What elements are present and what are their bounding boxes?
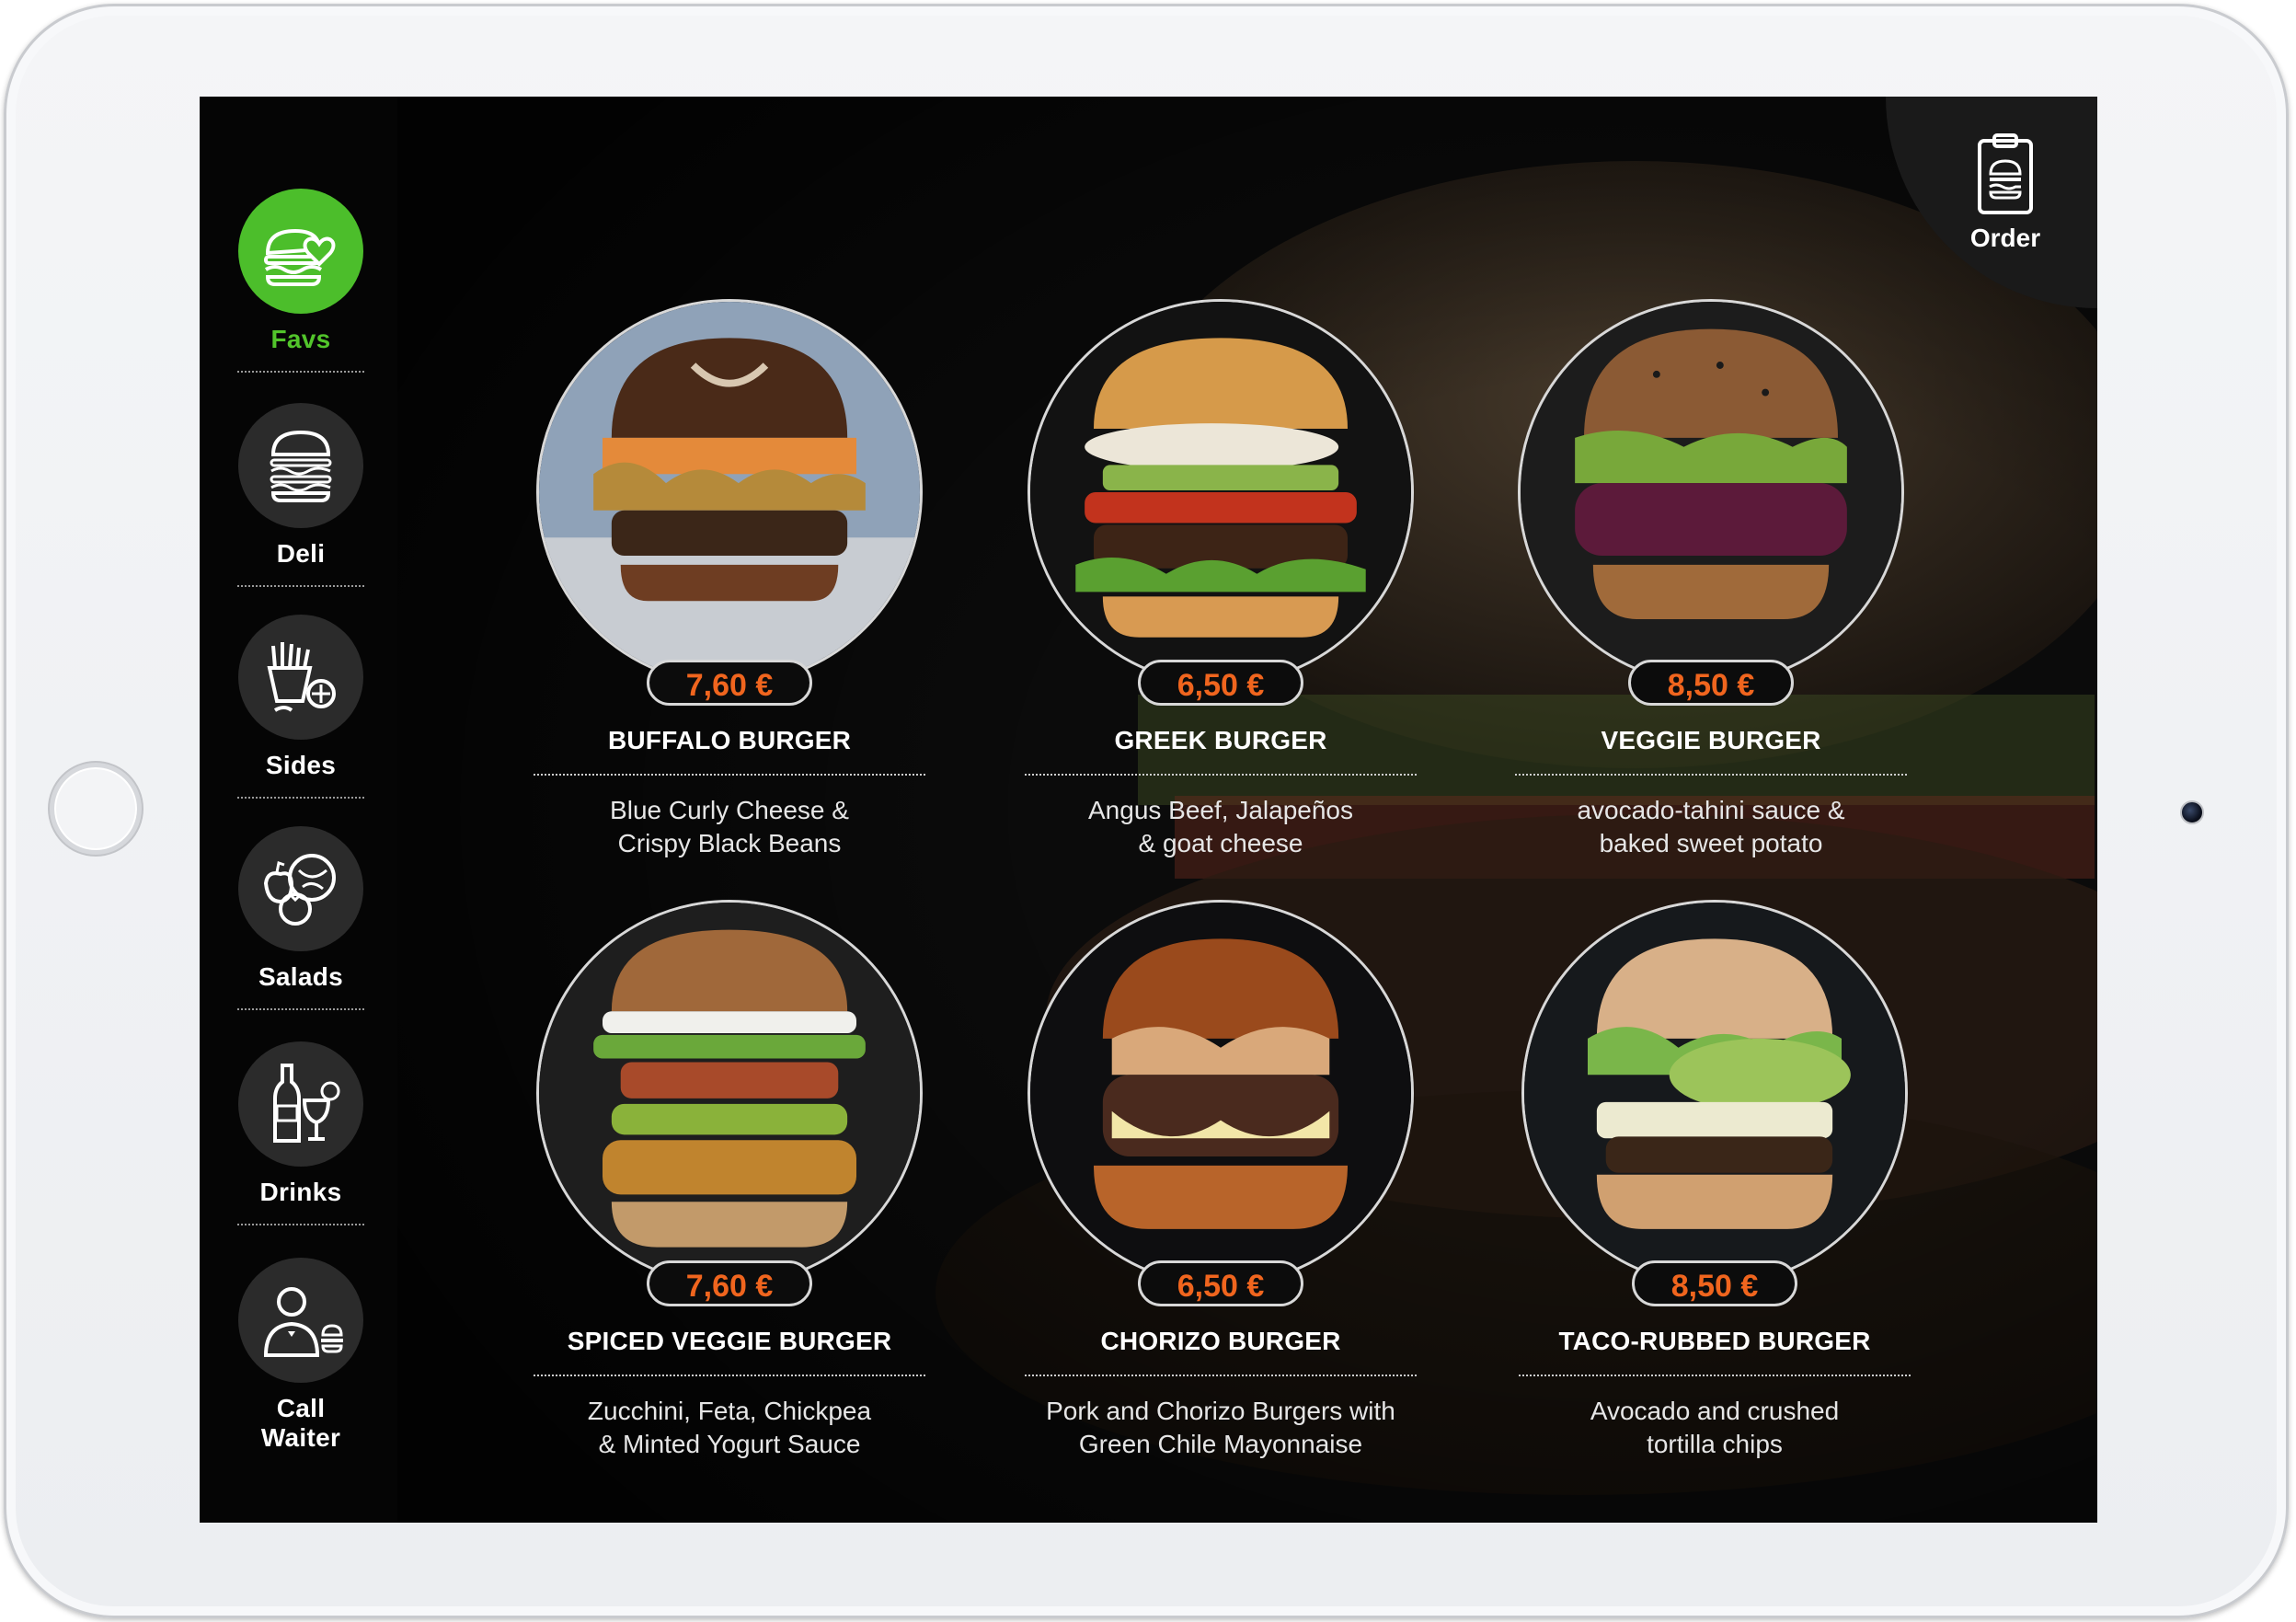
product-photo — [536, 900, 923, 1286]
description-line: Pork and Chorizo Burgers with — [1046, 1397, 1395, 1425]
description-line: baked sweet potato — [1599, 829, 1823, 857]
price-badge: 6,50 € — [1138, 1260, 1303, 1306]
nav-label: Deli — [276, 539, 326, 568]
price-badge: 8,50 € — [1628, 660, 1794, 706]
product-divider — [1519, 1375, 1911, 1376]
product-divider — [1025, 774, 1417, 776]
description-line: Blue Curly Cheese & — [610, 796, 849, 824]
description-line: Green Chile Mayonnaise — [1078, 1430, 1363, 1458]
nav-divider — [237, 797, 364, 799]
description-line: & Minted Yogurt Sauce — [598, 1430, 861, 1458]
description-line: tortilla chips — [1647, 1430, 1783, 1458]
nav-item-salads[interactable]: Salads — [236, 826, 365, 1010]
home-button[interactable] — [50, 763, 142, 855]
nav-item-deli[interactable]: Deli — [236, 403, 365, 587]
burger-photo — [1030, 903, 1411, 1283]
product-name: SPICED VEGGIE BURGER — [567, 1327, 892, 1355]
nav-label: Sides — [265, 751, 337, 779]
product-divider — [1025, 1375, 1417, 1376]
burger-photo — [1030, 302, 1411, 683]
burger-photo — [1524, 903, 1905, 1283]
product-photo — [1027, 299, 1414, 685]
fries-icon — [267, 642, 336, 712]
nav-item-drinks[interactable]: Drinks — [236, 1041, 365, 1225]
burger-photo — [1521, 302, 1901, 683]
order-button[interactable]: Order — [1950, 132, 2061, 253]
burger-stack-icon — [270, 430, 332, 502]
product-photo — [1518, 299, 1904, 685]
product-card[interactable]: 8,50 € VEGGIE BURGER avocado-tahini sauc… — [1513, 299, 1909, 860]
nav-icon-circle — [238, 615, 363, 740]
product-photo — [1027, 900, 1414, 1286]
price-badge: 7,60 € — [647, 660, 812, 706]
product-description: Angus Beef, Jalapeños & goat cheese — [1023, 794, 1418, 860]
clipboard-burger-icon — [1978, 133, 2033, 214]
price-badge: 6,50 € — [1138, 660, 1303, 706]
product-description: Avocado and crushed tortilla chips — [1517, 1395, 1912, 1461]
product-divider — [534, 1375, 925, 1376]
nav-label: Call Waiter — [260, 1394, 341, 1452]
description-line: & goat cheese — [1138, 829, 1303, 857]
waiter-icon — [263, 1287, 343, 1357]
product-name: GREEK BURGER — [1114, 726, 1327, 754]
app-screen: Favs Deli Sides Salads Drinks Call Waite… — [200, 97, 2097, 1523]
price-badge: 8,50 € — [1632, 1260, 1797, 1306]
nav-divider — [237, 1224, 364, 1225]
description-line: Crispy Black Beans — [617, 829, 842, 857]
product-description: Zucchini, Feta, Chickpea & Minted Yogurt… — [532, 1395, 927, 1461]
nav-label: Drinks — [259, 1178, 342, 1206]
tablet-device: Favs Deli Sides Salads Drinks Call Waite… — [0, 0, 2296, 1622]
category-sidebar: Favs Deli Sides Salads Drinks Call Waite… — [200, 97, 397, 1523]
nav-icon-circle — [238, 189, 363, 314]
nav-divider — [237, 1008, 364, 1010]
nav-item-favs[interactable]: Favs — [236, 189, 365, 373]
nav-divider — [237, 585, 364, 587]
product-card[interactable]: 6,50 € CHORIZO BURGER Pork and Chorizo B… — [1023, 900, 1418, 1461]
description-line: avocado-tahini sauce & — [1577, 796, 1845, 824]
description-line: Zucchini, Feta, Chickpea — [587, 1397, 872, 1425]
product-name: BUFFALO BURGER — [607, 726, 852, 754]
product-description: Blue Curly Cheese & Crispy Black Beans — [532, 794, 927, 860]
vegetables-icon — [263, 854, 336, 926]
order-label: Order — [1969, 224, 2041, 252]
burger-photo — [539, 302, 920, 683]
nav-icon-circle — [238, 403, 363, 528]
product-card[interactable]: 7,60 € SPICED VEGGIE BURGER Zucchini, Fe… — [532, 900, 927, 1461]
nav-item-sides[interactable]: Sides — [236, 615, 365, 799]
product-description: Pork and Chorizo Burgers with Green Chil… — [1023, 1395, 1418, 1461]
drinks-icon — [273, 1064, 340, 1143]
nav-label: Favs — [270, 325, 331, 353]
burger-photo — [539, 903, 920, 1283]
product-description: avocado-tahini sauce & baked sweet potat… — [1513, 794, 1909, 860]
description-line: Avocado and crushed — [1590, 1397, 1840, 1425]
product-photo — [536, 299, 923, 685]
nav-icon-circle — [238, 826, 363, 951]
price-badge: 7,60 € — [647, 1260, 812, 1306]
product-divider — [534, 774, 925, 776]
nav-icon-circle — [238, 1041, 363, 1167]
description-line: Angus Beef, Jalapeños — [1088, 796, 1353, 824]
nav-label: Salads — [258, 962, 344, 991]
burger-heart-icon — [264, 228, 336, 286]
product-card[interactable]: 6,50 € GREEK BURGER Angus Beef, Jalapeño… — [1023, 299, 1418, 860]
nav-item-call-waiter[interactable]: Call Waiter — [236, 1258, 365, 1453]
product-name: TACO-RUBBED BURGER — [1558, 1327, 1871, 1355]
camera-lens — [2180, 800, 2204, 824]
product-name: CHORIZO BURGER — [1100, 1327, 1341, 1355]
product-divider — [1515, 774, 1907, 776]
product-card[interactable]: 7,60 € BUFFALO BURGER Blue Curly Cheese … — [532, 299, 927, 860]
product-card[interactable]: 8,50 € TACO-RUBBED BURGER Avocado and cr… — [1517, 900, 1912, 1461]
product-name: VEGGIE BURGER — [1601, 726, 1821, 754]
nav-divider — [237, 371, 364, 373]
nav-icon-circle — [238, 1258, 363, 1383]
product-photo — [1521, 900, 1908, 1286]
